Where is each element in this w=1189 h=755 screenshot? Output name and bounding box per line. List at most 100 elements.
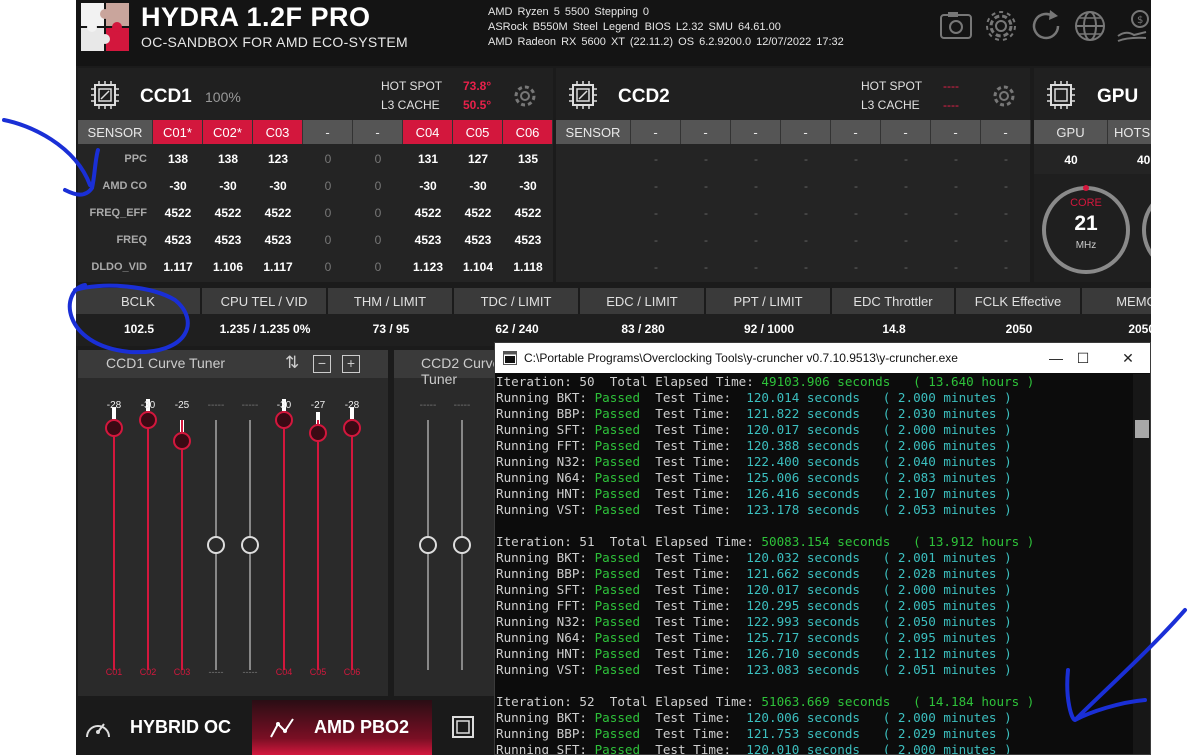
ccd2-cell: - — [1004, 152, 1008, 166]
console-text: 125.006 seconds — [746, 470, 860, 485]
ccd1-col-sensor: SENSOR — [78, 120, 153, 144]
slider-handle[interactable] — [139, 411, 157, 429]
ccd1-row-label: FREQ_EFF — [89, 207, 147, 219]
console-text: HNT — [556, 646, 580, 661]
ccd2-cell: - — [954, 260, 958, 274]
ccd2-cell: - — [854, 206, 858, 220]
ccd1-cell: -30 — [469, 179, 487, 193]
ccd2-settings-gear-icon[interactable] — [990, 82, 1018, 110]
console-output: Iteration: 50 Total Elapsed Time: 49103.… — [495, 374, 1133, 754]
ccd2-cell: - — [854, 233, 858, 247]
ccd1-cell: 0 — [374, 260, 382, 274]
close-button[interactable]: ✕ — [1117, 347, 1139, 369]
camera-icon[interactable] — [938, 8, 974, 44]
ccd2-l3-value: ---- — [943, 98, 959, 112]
console-text: Test Time: — [655, 422, 732, 437]
gear-icon[interactable] — [983, 8, 1019, 44]
slider-track[interactable] — [317, 420, 319, 670]
core-offset-slider[interactable]: -25 C03 — [170, 350, 194, 696]
slider-handle[interactable] — [105, 419, 123, 438]
core-offset-slider[interactable]: -28 C06 — [340, 350, 364, 696]
ccd2-col-header: - — [631, 120, 681, 144]
donate-icon[interactable]: $ — [1116, 8, 1151, 44]
console-text: Passed — [594, 582, 641, 597]
console-text: : — [579, 614, 595, 629]
console-scrollbar[interactable] — [1133, 374, 1150, 754]
core-offset-slider[interactable]: ----- — [416, 350, 440, 696]
slider-handle[interactable] — [419, 536, 437, 554]
slider-value: ----- — [207, 400, 225, 411]
console-titlebar[interactable]: C:\Portable Programs\Overclocking Tools\… — [495, 343, 1150, 373]
console-text: VST — [556, 662, 580, 677]
tab-hybrid-oc[interactable]: HYBRID OC — [76, 700, 252, 755]
ram-chip-icon — [452, 716, 474, 738]
console-text: Running — [496, 582, 550, 597]
console-text: BKT — [556, 550, 580, 565]
ccd2-cell: - — [754, 260, 758, 274]
y-cruncher-console-window[interactable]: C:\Portable Programs\Overclocking Tools\… — [494, 342, 1151, 755]
stat-value: 83 / 280 — [621, 322, 665, 336]
slider-track[interactable] — [283, 420, 285, 670]
stat-label: FCLK Effective — [956, 288, 1082, 314]
console-scroll-thumb[interactable] — [1135, 420, 1149, 438]
core-offset-slider[interactable]: -27 C05 — [306, 350, 330, 696]
console-line: Running N32: Passed Test Time: 122.400 s… — [496, 454, 1133, 470]
console-text: Passed — [594, 742, 641, 754]
slider-handle[interactable] — [309, 423, 327, 442]
globe-icon[interactable] — [1072, 8, 1108, 44]
console-text: Test Time: — [655, 582, 732, 597]
ccd2-hotspot-label: HOT SPOT — [861, 79, 923, 93]
console-text: N32 — [556, 454, 580, 469]
tab-amd-pbo2[interactable]: AMD PBO2 — [252, 700, 432, 755]
console-text: ( 2.000 minutes ) — [882, 582, 1012, 597]
table-row: -------- — [556, 201, 1031, 225]
slider-track[interactable] — [147, 420, 149, 670]
core-offset-slider[interactable]: -30 C02 — [136, 350, 160, 696]
tab-memory[interactable] — [432, 700, 494, 755]
slider-handle[interactable] — [453, 536, 471, 554]
slider-track[interactable] — [113, 420, 115, 670]
core-offset-slider[interactable]: ----- ----- — [238, 350, 262, 696]
console-text: Test Time: — [655, 566, 732, 581]
console-line: Running N32: Passed Test Time: 122.993 s… — [496, 614, 1133, 630]
slider-track[interactable] — [181, 420, 183, 670]
tab-amd-pbo2-label: AMD PBO2 — [314, 717, 410, 737]
core-offset-slider[interactable]: -30 C04 — [272, 350, 296, 696]
ccd1-cell: -30 — [519, 179, 537, 193]
ccd1-cell: 135 — [517, 152, 539, 166]
slider-handle[interactable] — [241, 536, 259, 554]
ccd2-col-header: - — [781, 120, 831, 144]
slider-handle[interactable] — [173, 431, 191, 450]
ccd1-cell: 1.104 — [462, 260, 494, 274]
maximize-button[interactable]: ☐ — [1072, 347, 1094, 369]
core-offset-slider[interactable]: ----- — [450, 350, 474, 696]
core-offset-slider[interactable]: ----- ----- — [204, 350, 228, 696]
minimize-button[interactable]: — — [1045, 347, 1067, 369]
slider-value: ----- — [419, 400, 437, 411]
core-offset-slider[interactable]: -28 C01 — [102, 350, 126, 696]
ccd2-col-header: - — [881, 120, 931, 144]
refresh-icon[interactable] — [1028, 8, 1064, 44]
console-text: ( 2.001 minutes ) — [882, 550, 1012, 565]
ccd2-hotspot-value: ---- — [943, 79, 959, 93]
slider-track[interactable] — [351, 420, 353, 670]
slider-handle[interactable] — [343, 419, 361, 438]
ccd1-cell: 0 — [324, 233, 332, 247]
ccd1-settings-gear-icon[interactable] — [511, 82, 539, 110]
ccd2-cell: - — [1004, 260, 1008, 274]
ccd2-cell: - — [854, 260, 858, 274]
console-text: Passed — [594, 662, 641, 677]
slider-handle[interactable] — [207, 536, 225, 554]
console-text: : — [579, 630, 595, 645]
slider-handle[interactable] — [275, 411, 293, 429]
gpu-chip-icon — [1046, 80, 1076, 110]
